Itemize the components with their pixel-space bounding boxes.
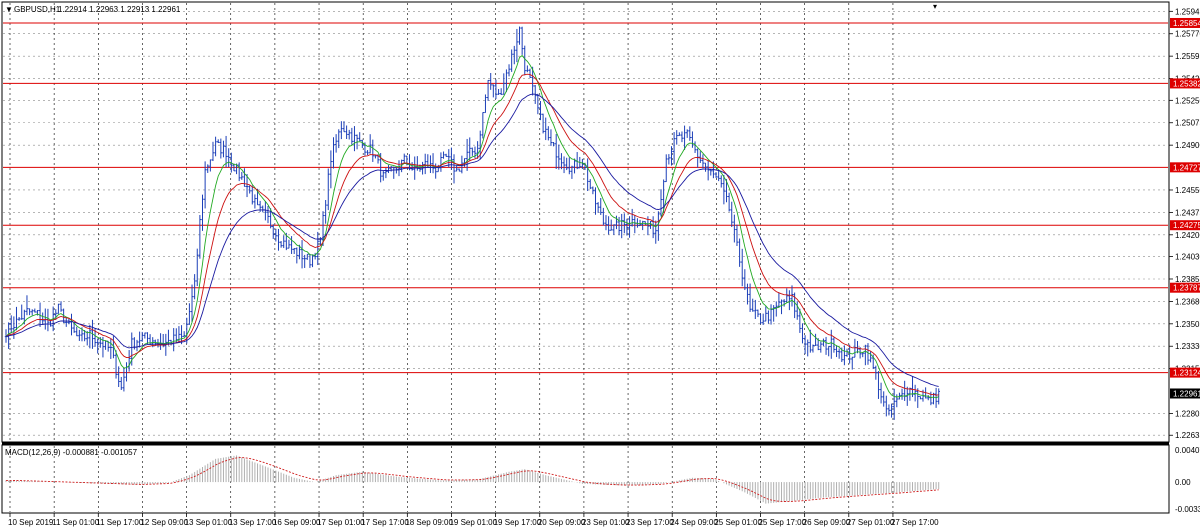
price-tick-label: 1.25945 — [1175, 7, 1200, 16]
macd-signal-line — [6, 457, 939, 502]
time-tick-label: 10 Sep 2019 — [8, 518, 54, 527]
price-tick-label: 1.23330 — [1175, 342, 1200, 351]
time-tick-label: 19 Sep 01:00 — [449, 518, 497, 527]
time-tick-label: 13 Sep 17:00 — [229, 518, 277, 527]
time-tick-label: 20 Sep 09:00 — [538, 518, 586, 527]
price-tick-label: 1.25770 — [1175, 30, 1200, 39]
macd-tick-label: -0.00336 — [1175, 505, 1200, 514]
price-tick-label: 1.23855 — [1175, 275, 1200, 284]
price-tick-label: 1.25250 — [1175, 96, 1200, 105]
time-tick-label: 11 Sep 01:00 — [52, 518, 100, 527]
macd-indicator — [5, 455, 940, 504]
level-price-label: 1.25854 — [1173, 19, 1200, 28]
ohlc-values: 1.22914 1.22963 1.22913 1.22961 — [58, 5, 181, 14]
price-tick-label: 1.24550 — [1175, 186, 1200, 195]
price-tick-label: 1.24200 — [1175, 231, 1200, 240]
price-tick-label: 1.22635 — [1175, 431, 1200, 440]
time-axis: 10 Sep 201911 Sep 01:0011 Sep 17:0012 Se… — [8, 513, 939, 527]
macd-label: MACD(12,26,9) -0.000881 -0.001057 — [5, 448, 138, 457]
level-price-label: 1.24275 — [1173, 221, 1200, 230]
macd-axis: 0.004077 0.00 -0.00336 — [1175, 446, 1200, 514]
macd-tick-label: 0.00 — [1175, 478, 1191, 487]
price-bars — [4, 26, 940, 420]
time-tick-label: 24 Sep 09:00 — [670, 518, 718, 527]
price-tick-label: 1.25595 — [1175, 52, 1200, 61]
price-tick-label: 1.23680 — [1175, 297, 1200, 306]
ma-slow-line — [5, 93, 939, 387]
time-tick-label: 12 Sep 09:00 — [140, 518, 188, 527]
price-tick-label: 1.24030 — [1175, 253, 1200, 262]
time-tick-label: 18 Sep 09:00 — [405, 518, 453, 527]
current-price-label: 1.22961 — [1173, 389, 1200, 398]
macd-tick-label: 0.004077 — [1175, 446, 1200, 455]
horizontal-levels — [3, 22, 1168, 374]
time-tick-label: 23 Sep 01:00 — [582, 518, 630, 527]
chart-window: 1.259451.257701.255951.254201.252501.250… — [0, 0, 1200, 531]
chart-dropdown-icon[interactable]: ▼ — [5, 5, 13, 14]
level-price-label: 1.23124 — [1173, 369, 1200, 378]
time-tick-label: 17 Sep 01:00 — [317, 518, 365, 527]
time-tick-label: 26 Sep 09:00 — [803, 518, 851, 527]
time-tick-label: 11 Sep 17:00 — [96, 518, 144, 527]
price-tick-label: 1.22805 — [1175, 409, 1200, 418]
price-tick-label: 1.24375 — [1175, 208, 1200, 217]
level-price-label: 1.23787 — [1173, 284, 1200, 293]
main-pane-frame — [1, 1, 1170, 443]
time-tick-label: 16 Sep 09:00 — [273, 518, 321, 527]
grid — [3, 3, 1168, 512]
time-tick-label: 19 Sep 17:00 — [494, 518, 542, 527]
time-tick-label: 27 Sep 17:00 — [891, 518, 939, 527]
price-tick-label: 1.23505 — [1175, 320, 1200, 329]
level-price-label: 1.24727 — [1173, 163, 1200, 172]
ma-fast-line — [5, 54, 939, 399]
level-price-label: 1.25382 — [1173, 79, 1200, 88]
price-axis: 1.259451.257701.255951.254201.252501.250… — [1169, 7, 1200, 440]
time-tick-label: 27 Sep 01:00 — [847, 518, 895, 527]
macd-pane-frame — [1, 444, 1170, 514]
price-tick-label: 1.24900 — [1175, 141, 1200, 150]
time-tick-label: 25 Sep 01:00 — [714, 518, 762, 527]
moving-averages — [5, 54, 939, 399]
time-tick-label: 13 Sep 01:00 — [185, 518, 233, 527]
scroll-marker-icon[interactable]: ▾ — [933, 2, 937, 11]
time-tick-label: 23 Sep 17:00 — [626, 518, 674, 527]
time-tick-label: 17 Sep 17:00 — [361, 518, 409, 527]
chart-canvas: 1.259451.257701.255951.254201.252501.250… — [1, 1, 1200, 527]
price-tick-label: 1.25075 — [1175, 119, 1200, 128]
time-tick-label: 25 Sep 17:00 — [758, 518, 806, 527]
symbol-label: GBPUSD,H1 — [14, 5, 61, 14]
